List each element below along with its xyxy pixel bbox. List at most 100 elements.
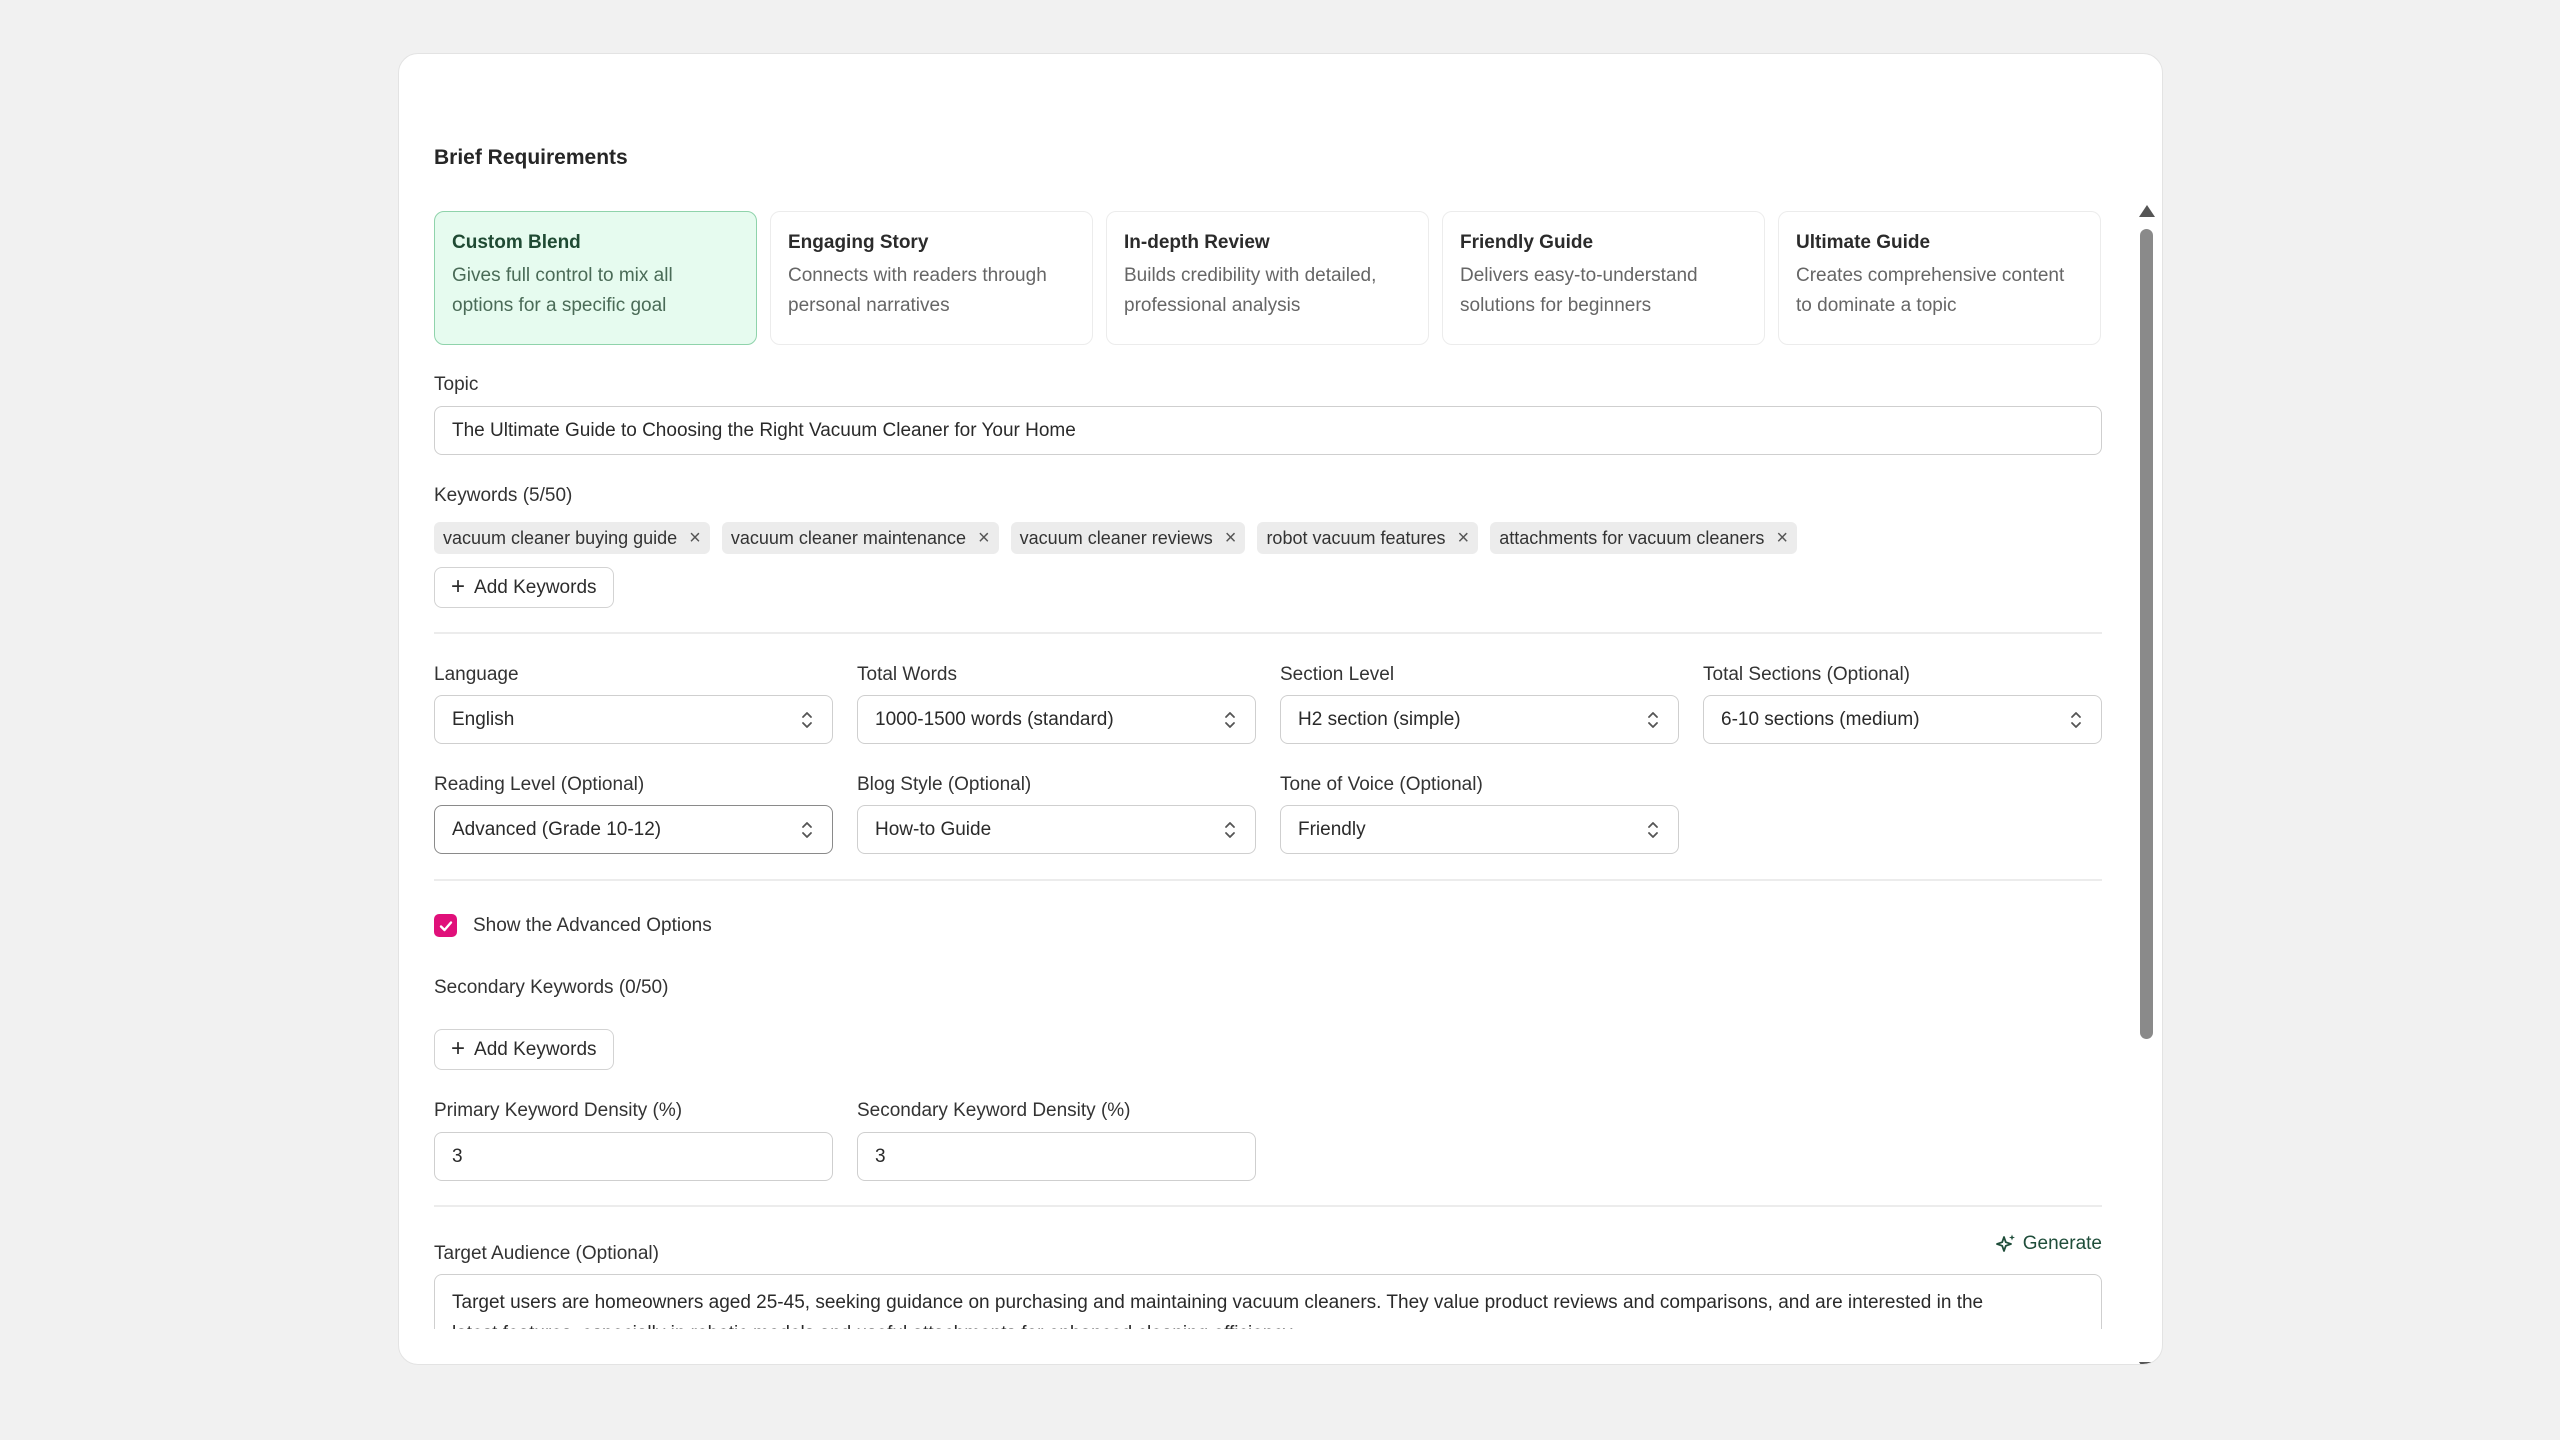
generate-label: Generate bbox=[2022, 1233, 2102, 1254]
remove-keyword-icon[interactable]: × bbox=[689, 528, 701, 548]
preset-desc-line: Creates comprehensive content bbox=[1796, 265, 2065, 286]
blog-style-value: How-to Guide bbox=[875, 818, 992, 840]
remove-keyword-icon[interactable]: × bbox=[978, 528, 990, 548]
keyword-tags: vacuum cleaner buying guide × vacuum clea… bbox=[434, 522, 1798, 554]
remove-keyword-icon[interactable]: × bbox=[1225, 528, 1237, 548]
blog-style-label: Blog Style (Optional) bbox=[857, 774, 1032, 795]
reading-level-value: Advanced (Grade 10-12) bbox=[452, 818, 662, 840]
add-keywords-button[interactable]: + Add Keywords bbox=[434, 567, 614, 608]
keywords-label: Keywords (5/50) bbox=[434, 485, 573, 506]
generate-button[interactable]: Generate bbox=[1995, 1233, 2102, 1255]
keyword-tag: vacuum cleaner buying guide × bbox=[434, 522, 710, 554]
divider bbox=[434, 632, 2102, 634]
brief-requirements-panel: Brief Requirements Custom Blend Gives fu… bbox=[398, 53, 2163, 1365]
section-level-label: Section Level bbox=[1280, 664, 1395, 685]
add-keywords-label: Add Keywords bbox=[474, 1038, 597, 1060]
preset-desc: Creates comprehensive content to dominat… bbox=[1796, 261, 2083, 321]
preset-desc: Gives full control to mix all options fo… bbox=[452, 261, 739, 321]
keyword-tag: vacuum cleaner reviews × bbox=[1010, 522, 1246, 554]
tone-select[interactable]: Friendly bbox=[1280, 805, 1679, 854]
add-secondary-keywords-button[interactable]: + Add Keywords bbox=[434, 1029, 614, 1070]
remove-keyword-icon[interactable]: × bbox=[1458, 528, 1470, 548]
check-icon bbox=[439, 920, 452, 931]
keyword-tag: attachments for vacuum cleaners × bbox=[1490, 522, 1798, 554]
panel-title: Brief Requirements bbox=[434, 146, 628, 169]
preset-title: In-depth Review bbox=[1124, 232, 1270, 253]
target-audience-textarea[interactable]: Target users are homeowners aged 25-45, … bbox=[434, 1274, 2102, 1329]
topic-label: Topic bbox=[434, 374, 479, 395]
total-words-value: 1000-1500 words (standard) bbox=[875, 708, 1114, 730]
scroll-down-arrow-icon[interactable] bbox=[2139, 1362, 2155, 1364]
preset-desc-line: Connects with readers through bbox=[788, 265, 1047, 286]
scrollbar-thumb[interactable] bbox=[2140, 229, 2153, 1039]
keyword-text: attachments for vacuum cleaners bbox=[1499, 527, 1765, 548]
topic-input[interactable]: The Ultimate Guide to Choosing the Right… bbox=[434, 406, 2102, 455]
blog-style-select[interactable]: How-to Guide bbox=[857, 805, 1256, 854]
tone-value: Friendly bbox=[1298, 818, 1366, 840]
keyword-tag: vacuum cleaner maintenance × bbox=[721, 522, 999, 554]
plus-icon: + bbox=[451, 572, 466, 600]
preset-card-friendly-guide[interactable]: Friendly Guide Delivers easy-to-understa… bbox=[1442, 211, 1765, 345]
total-words-select[interactable]: 1000-1500 words (standard) bbox=[857, 695, 1256, 744]
section-level-value: H2 section (simple) bbox=[1298, 708, 1461, 730]
language-label: Language bbox=[434, 664, 519, 685]
secondary-density-input[interactable]: 3 bbox=[857, 1132, 1256, 1181]
preset-card-ultimate-guide[interactable]: Ultimate Guide Creates comprehensive con… bbox=[1778, 211, 2101, 345]
section-level-select[interactable]: H2 section (simple) bbox=[1280, 695, 1679, 744]
plus-icon: + bbox=[451, 1034, 466, 1062]
total-sections-label: Total Sections (Optional) bbox=[1703, 664, 1910, 685]
advanced-options-checkbox[interactable] bbox=[434, 914, 457, 937]
add-keywords-label: Add Keywords bbox=[474, 576, 597, 598]
updown-chevron-icon bbox=[2071, 712, 2081, 728]
audience-text-line: Target users are homeowners aged 25-45, … bbox=[452, 1292, 1984, 1313]
preset-title: Engaging Story bbox=[788, 232, 929, 253]
panel-content: Brief Requirements Custom Blend Gives fu… bbox=[434, 54, 2102, 1329]
preset-desc-line: Delivers easy-to-understand bbox=[1460, 265, 1698, 286]
total-words-label: Total Words bbox=[857, 664, 957, 685]
total-sections-value: 6-10 sections (medium) bbox=[1721, 708, 1920, 730]
preset-desc-line: solutions for beginners bbox=[1460, 295, 1652, 316]
reading-level-select[interactable]: Advanced (Grade 10-12) bbox=[434, 805, 833, 854]
sparkle-icon bbox=[1995, 1234, 2015, 1252]
keyword-text: vacuum cleaner buying guide bbox=[443, 527, 678, 548]
scroll-up-arrow-icon[interactable] bbox=[2139, 205, 2155, 217]
updown-chevron-icon bbox=[1648, 712, 1658, 728]
divider bbox=[434, 1205, 2102, 1207]
preset-desc-line: professional analysis bbox=[1124, 295, 1301, 316]
updown-chevron-icon bbox=[1225, 822, 1235, 838]
preset-title: Friendly Guide bbox=[1460, 232, 1594, 253]
keyword-text: robot vacuum features bbox=[1266, 527, 1446, 548]
preset-desc-line: to dominate a topic bbox=[1796, 295, 1957, 316]
tone-label: Tone of Voice (Optional) bbox=[1280, 774, 1483, 795]
reading-level-label: Reading Level (Optional) bbox=[434, 774, 645, 795]
keyword-text: vacuum cleaner maintenance bbox=[730, 527, 966, 548]
target-audience-label: Target Audience (Optional) bbox=[434, 1243, 659, 1264]
updown-chevron-icon bbox=[1225, 712, 1235, 728]
preset-card-custom-blend[interactable]: Custom Blend Gives full control to mix a… bbox=[434, 211, 757, 345]
total-sections-select[interactable]: 6-10 sections (medium) bbox=[1703, 695, 2102, 744]
preset-desc-line: options for a specific goal bbox=[452, 295, 667, 316]
audience-text-line: latest features, especially in robotic m… bbox=[452, 1318, 2084, 1329]
secondary-keywords-label: Secondary Keywords (0/50) bbox=[434, 977, 669, 998]
scrollbar[interactable] bbox=[2132, 199, 2162, 1364]
preset-card-in-depth-review[interactable]: In-depth Review Builds credibility with … bbox=[1106, 211, 1429, 345]
preset-title: Ultimate Guide bbox=[1796, 232, 1931, 253]
preset-desc: Delivers easy-to-understand solutions fo… bbox=[1460, 261, 1747, 321]
preset-card-engaging-story[interactable]: Engaging Story Connects with readers thr… bbox=[770, 211, 1093, 345]
preset-desc-line: personal narratives bbox=[788, 295, 950, 316]
divider bbox=[434, 879, 2102, 881]
preset-desc-line: Gives full control to mix all bbox=[452, 265, 673, 286]
preset-desc: Connects with readers through personal n… bbox=[788, 261, 1075, 321]
updown-chevron-icon bbox=[802, 822, 812, 838]
remove-keyword-icon[interactable]: × bbox=[1776, 528, 1788, 548]
keyword-tag: robot vacuum features × bbox=[1257, 522, 1479, 554]
language-select[interactable]: English bbox=[434, 695, 833, 744]
keyword-text: vacuum cleaner reviews bbox=[1019, 527, 1213, 548]
language-value: English bbox=[452, 708, 515, 730]
advanced-options-label[interactable]: Show the Advanced Options bbox=[473, 914, 712, 938]
primary-density-label: Primary Keyword Density (%) bbox=[434, 1100, 683, 1121]
preset-desc: Builds credibility with detailed, profes… bbox=[1124, 261, 1411, 321]
preset-desc-line: Builds credibility with detailed, bbox=[1124, 265, 1377, 286]
primary-density-input[interactable]: 3 bbox=[434, 1132, 833, 1181]
updown-chevron-icon bbox=[802, 712, 812, 728]
